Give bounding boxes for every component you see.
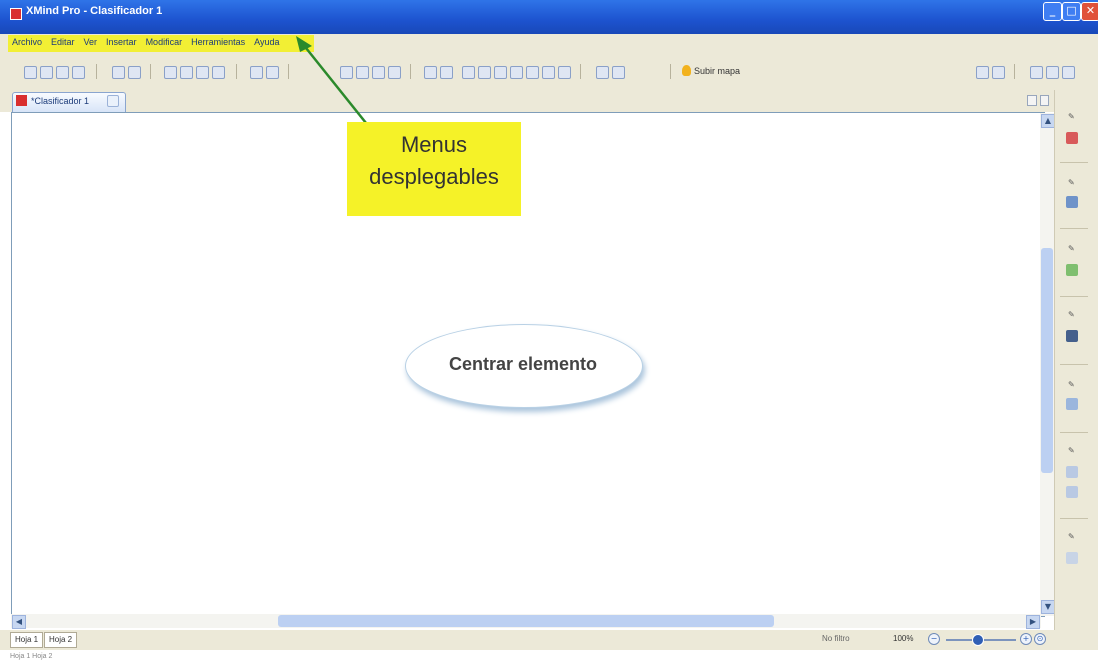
spelling-icon[interactable] bbox=[1066, 552, 1078, 564]
zoom-in-icon[interactable]: + bbox=[1020, 633, 1032, 645]
tasks-icon[interactable] bbox=[1066, 466, 1078, 478]
notes-icon[interactable] bbox=[1066, 486, 1078, 498]
zoom-slider-thumb[interactable] bbox=[972, 634, 984, 646]
pin-icon[interactable]: ✎ bbox=[1068, 112, 1075, 121]
styles-icon[interactable] bbox=[1066, 330, 1078, 342]
zoom-level: 100% bbox=[893, 634, 914, 643]
sheet-tab-2[interactable]: Hoja 2 bbox=[44, 632, 78, 648]
side-separator bbox=[1060, 364, 1088, 365]
side-separator bbox=[1060, 432, 1088, 433]
pin-icon[interactable]: ✎ bbox=[1068, 244, 1075, 253]
side-separator bbox=[1060, 518, 1088, 519]
search-icon[interactable] bbox=[1066, 398, 1078, 410]
sheet-tab-1[interactable]: Hoja 1 bbox=[10, 632, 44, 648]
pin-icon[interactable]: ✎ bbox=[1068, 380, 1075, 389]
side-separator bbox=[1060, 162, 1088, 163]
pin-icon[interactable]: ✎ bbox=[1068, 532, 1075, 541]
pin-icon[interactable]: ✎ bbox=[1068, 310, 1075, 319]
footer-area bbox=[0, 650, 1098, 665]
footer-text: Hoja 1 Hoja 2 bbox=[10, 653, 53, 660]
pin-icon[interactable]: ✎ bbox=[1068, 178, 1075, 187]
callout-text-line1: Menus bbox=[400, 132, 468, 157]
fit-zoom-icon[interactable]: ⊙ bbox=[1034, 633, 1046, 645]
side-panel bbox=[1054, 90, 1098, 650]
annotation-arrow bbox=[296, 36, 379, 139]
pin-icon[interactable]: ✎ bbox=[1068, 446, 1075, 455]
side-separator bbox=[1060, 296, 1088, 297]
outline-icon[interactable] bbox=[1066, 196, 1078, 208]
filter-status: No filtro bbox=[822, 634, 850, 643]
zoom-out-icon[interactable]: − bbox=[928, 633, 940, 645]
side-separator bbox=[1060, 228, 1088, 229]
overview-icon[interactable] bbox=[1066, 264, 1078, 276]
callout-text-line2: desplegables bbox=[369, 164, 499, 189]
properties-icon[interactable] bbox=[1066, 132, 1078, 144]
